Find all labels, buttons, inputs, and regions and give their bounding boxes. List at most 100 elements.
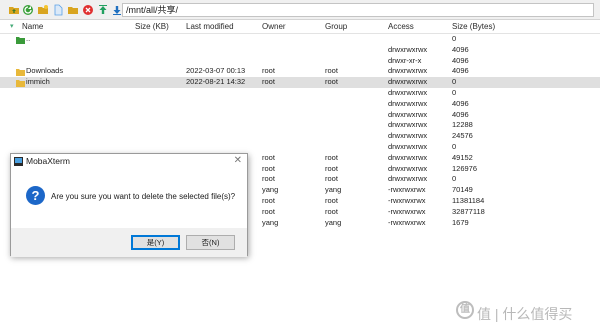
access-cell: drwxrwxrwx: [388, 98, 428, 108]
access-cell: drwxrwxrwx: [388, 131, 428, 141]
parent-folder-icon[interactable]: [8, 4, 20, 16]
table-row[interactable]: drwxrwxrwx 0: [0, 88, 600, 99]
access-cell: drwxrwxrwx: [388, 120, 428, 130]
dialog-title: MobaXterm: [26, 156, 70, 166]
size-bytes-cell: 24576: [452, 131, 473, 141]
question-icon: ?: [26, 186, 45, 205]
table-row[interactable]: drwxrwxrwx 12288: [0, 120, 600, 131]
size-bytes-cell: 0: [452, 142, 457, 151]
column-size-kb[interactable]: Size (KB): [135, 22, 169, 31]
table-row[interactable]: drwxrwxrwx 4096: [0, 45, 600, 56]
owner-cell: root: [262, 152, 275, 162]
access-cell: drwxrwxrwx: [388, 109, 428, 119]
table-row[interactable]: drwxrwxrwx 0: [0, 142, 600, 153]
close-icon[interactable]: ✕: [234, 155, 242, 166]
access-cell: drwxrwxrwx: [388, 163, 428, 173]
owner-cell: root: [262, 66, 275, 76]
file-browser-toolbar: /mnt/all/共享/: [0, 0, 600, 20]
last-modified-cell: 2022-08-21 14:32: [186, 77, 246, 87]
table-row[interactable]: drwxrwxrwx 4096: [0, 99, 600, 110]
size-bytes-cell: 4096: [452, 109, 469, 119]
table-row[interactable]: Downloads 2022-03-07 00:13 root root drwxrwx…: [0, 66, 600, 77]
access-cell: drwxrwxrwx: [388, 142, 428, 151]
group-cell: root: [325, 196, 338, 205]
owner-cell: root: [262, 196, 275, 205]
table-row[interactable]: drwxrwxrwx 4096: [0, 110, 600, 121]
access-cell: drwxrwxrwx: [388, 77, 428, 87]
watermark-text: 值 | 什么值得买: [477, 306, 573, 322]
size-bytes-cell: 4096: [452, 55, 469, 65]
delete-icon[interactable]: [82, 4, 94, 16]
column-name[interactable]: Name: [22, 22, 43, 31]
dialog-titlebar[interactable]: MobaXterm ✕: [11, 154, 247, 168]
column-access[interactable]: Access: [388, 22, 414, 31]
owner-cell: root: [262, 206, 275, 216]
dialog-footer: 是(Y) 否(N): [11, 228, 247, 257]
last-modified-cell: 2022-03-07 00:13: [186, 66, 246, 76]
column-last-modified[interactable]: Last modified: [186, 22, 234, 31]
access-cell: drwxrwxrwx: [388, 174, 428, 184]
column-header-row: ▾ Name Size (KB) Last modified Owner Gro…: [0, 20, 600, 34]
group-cell: yang: [325, 185, 342, 195]
new-file-icon[interactable]: [52, 4, 64, 16]
owner-cell: root: [262, 163, 275, 173]
group-cell: root: [325, 163, 338, 173]
column-owner[interactable]: Owner: [262, 22, 286, 31]
group-cell: root: [325, 206, 338, 216]
table-row[interactable]: .. 0: [0, 34, 600, 45]
delete-confirm-dialog: MobaXterm ✕ ? Are you sure you want to d…: [10, 153, 248, 257]
sort-arrow-icon: ▾: [10, 23, 14, 30]
no-button[interactable]: 否(N): [186, 235, 235, 250]
file-name: immich: [26, 77, 50, 87]
file-name: ..: [26, 34, 31, 43]
size-bytes-cell: 12288: [452, 120, 473, 130]
access-cell: drwxrwxrwx: [388, 44, 428, 54]
size-bytes-cell: 4096: [452, 44, 469, 54]
upload-icon[interactable]: [97, 4, 109, 16]
size-bytes-cell: 126976: [452, 163, 478, 173]
access-cell: drwxr-xr-x: [388, 55, 422, 65]
size-bytes-cell: 4096: [452, 66, 469, 76]
size-bytes-cell: 4096: [452, 98, 469, 108]
owner-cell: yang: [262, 217, 279, 227]
size-bytes-cell: 70149: [452, 185, 473, 195]
yes-button[interactable]: 是(Y): [131, 235, 180, 250]
size-bytes-cell: 32877118: [452, 206, 485, 216]
table-row[interactable]: immich 2022-08-21 14:32 root root drwxrwxrwx…: [0, 77, 600, 88]
access-cell: drwxrwxrwx: [388, 66, 428, 76]
access-cell: -rwxrwxrwx: [388, 185, 426, 195]
access-cell: -rwxrwxrwx: [388, 196, 426, 205]
owner-cell: yang: [262, 185, 279, 195]
owner-cell: root: [262, 174, 275, 184]
table-row[interactable]: drwxr-xr-x 4096: [0, 56, 600, 67]
group-cell: root: [325, 174, 338, 184]
refresh-icon[interactable]: [22, 4, 34, 16]
column-size-bytes[interactable]: Size (Bytes): [452, 22, 495, 31]
open-folder-icon[interactable]: [67, 4, 79, 16]
size-bytes-cell: 0: [452, 174, 457, 184]
dialog-body: ? Are you sure you want to delete the se…: [11, 168, 247, 228]
path-input[interactable]: /mnt/all/共享/: [122, 3, 594, 17]
size-bytes-cell: 11381184: [452, 196, 485, 205]
watermark-badge: 值: [456, 301, 474, 319]
group-cell: yang: [325, 217, 342, 227]
table-row[interactable]: drwxrwxrwx 24576: [0, 131, 600, 142]
size-bytes-cell: 0: [452, 88, 457, 97]
group-cell: root: [325, 66, 338, 76]
size-bytes-cell: 1679: [452, 217, 469, 227]
access-cell: -rwxrwxrwx: [388, 217, 426, 227]
size-bytes-cell: 0: [452, 77, 457, 87]
group-cell: root: [325, 152, 338, 162]
access-cell: -rwxrwxrwx: [388, 206, 426, 216]
access-cell: drwxrwxrwx: [388, 152, 428, 162]
column-group[interactable]: Group: [325, 22, 347, 31]
dialog-message: Are you sure you want to delete the sele…: [51, 192, 236, 201]
file-name: Downloads: [26, 66, 64, 76]
access-cell: drwxrwxrwx: [388, 88, 428, 97]
mobaxterm-app-icon: [14, 157, 23, 168]
size-bytes-cell: 0: [452, 34, 457, 43]
new-folder-icon[interactable]: [37, 4, 49, 16]
group-cell: root: [325, 77, 338, 87]
owner-cell: root: [262, 77, 275, 87]
size-bytes-cell: 49152: [452, 152, 473, 162]
